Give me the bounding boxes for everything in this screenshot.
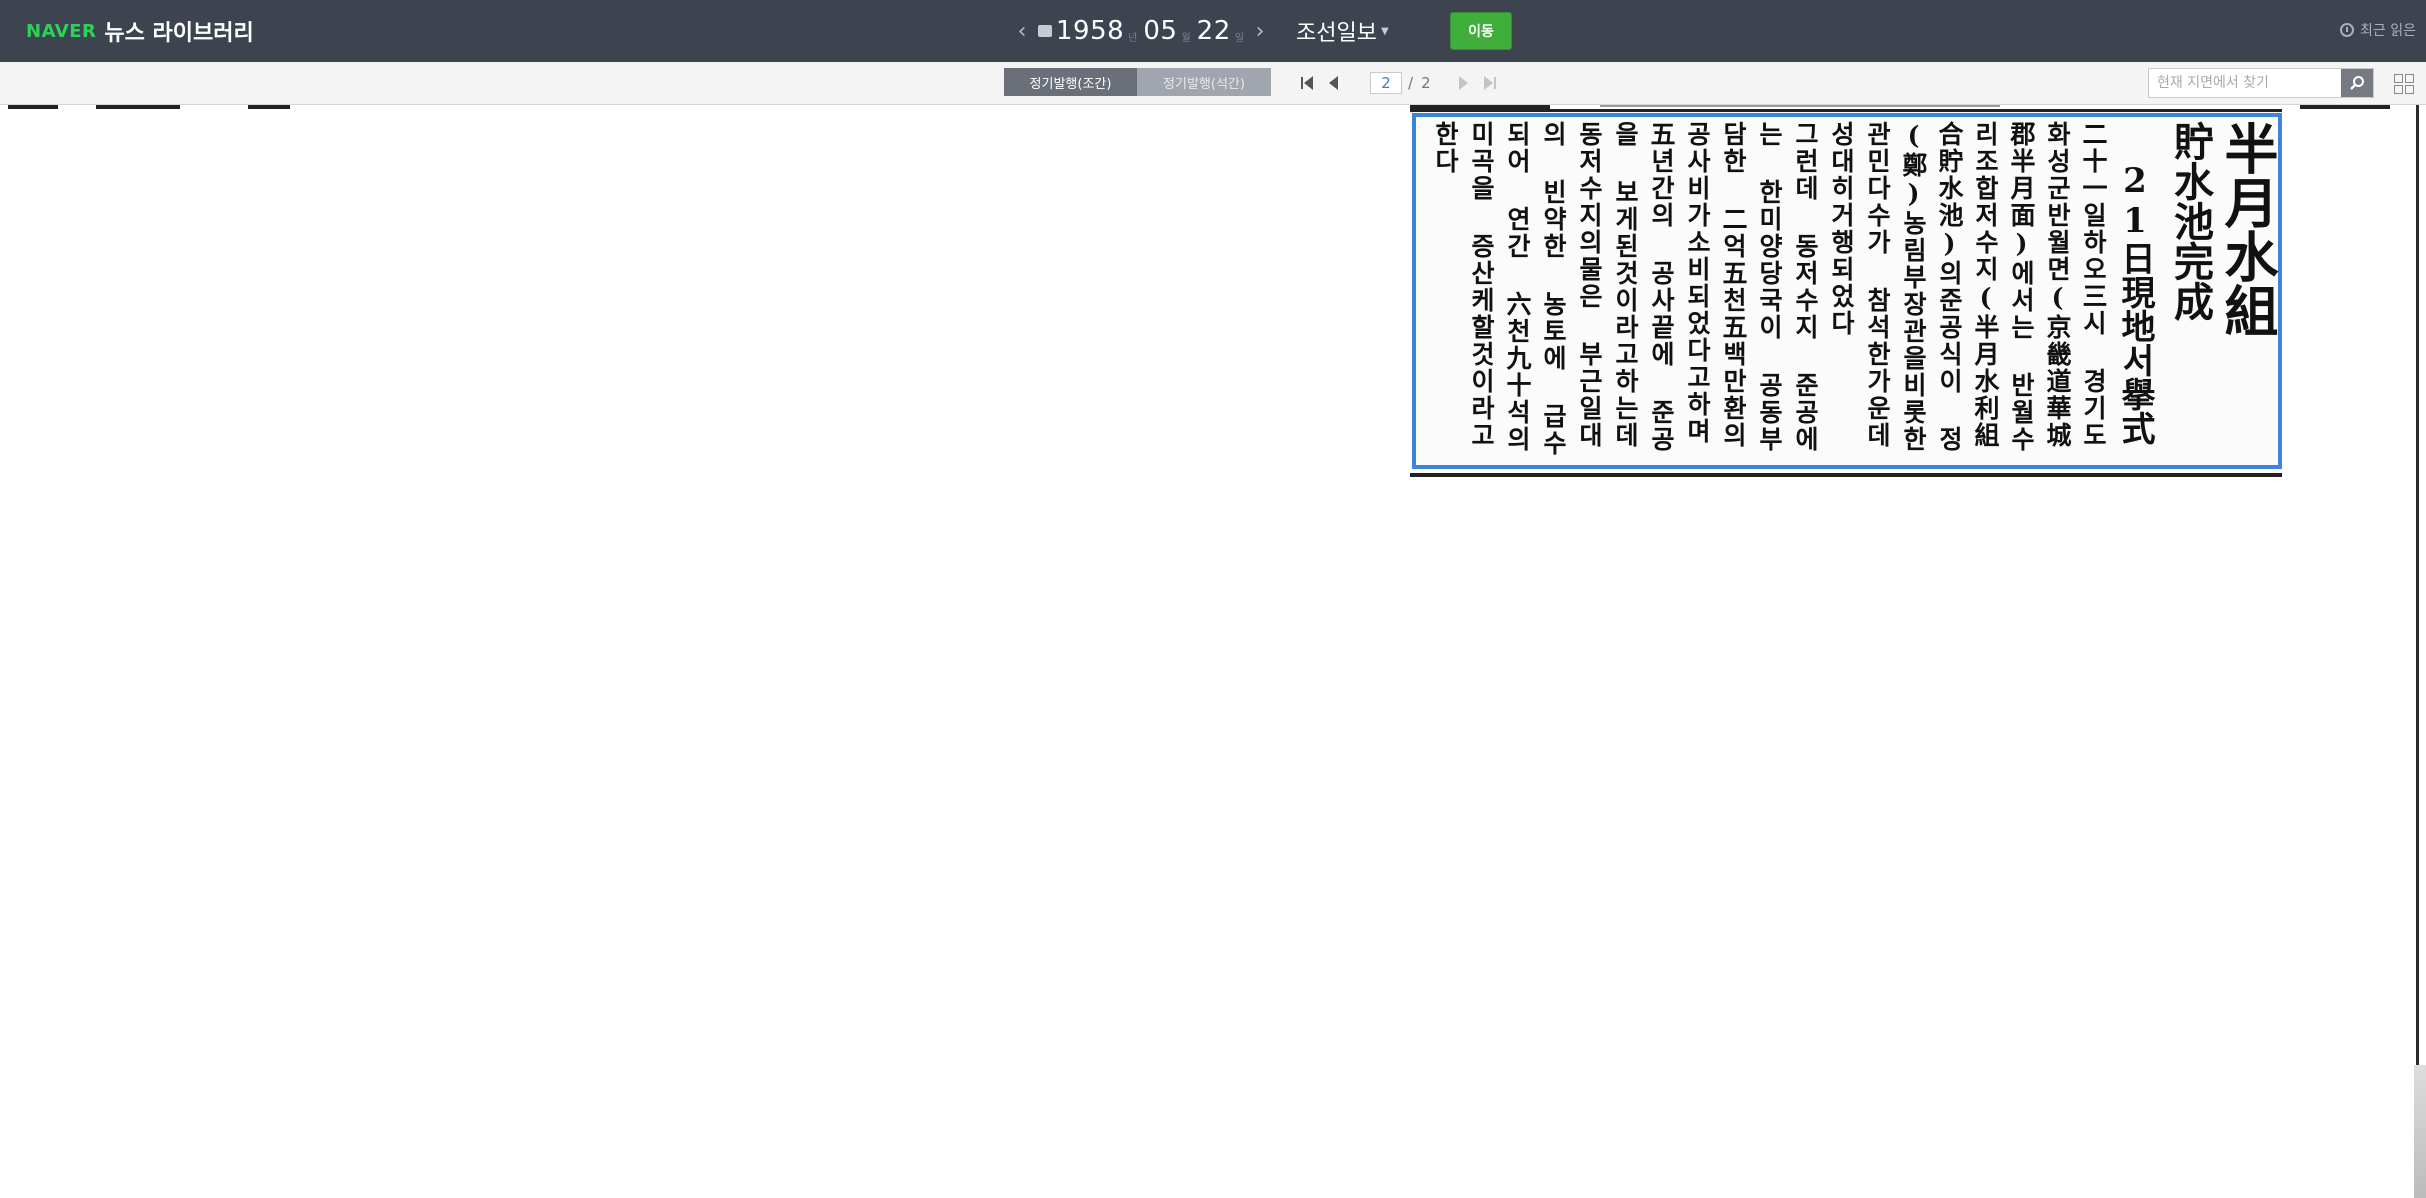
article-highlight[interactable]: 半月水組 貯水池完成 21日現地서擧式 二十一일하오三시 경기도 화성군반월면(… <box>1412 113 2282 469</box>
day-value[interactable]: 22 <box>1197 16 1231 46</box>
page-total: 2 <box>1421 74 1431 92</box>
body-column: 郡半月面)에서는 반월수 <box>2007 121 2036 453</box>
body-column: 合貯水池)의준공식이 정 <box>1935 121 1964 453</box>
page-separator: / <box>1408 74 1414 92</box>
chevron-right-icon[interactable]: › <box>1250 19 1270 44</box>
recent-read-button[interactable]: 최근 읽은 <box>2340 18 2426 42</box>
page-scan-right-edge <box>2416 105 2419 1198</box>
caret-down-icon: ▼ <box>1380 25 1389 37</box>
logo-brand: NAVER <box>26 20 97 42</box>
article-text: 半月水組 貯水池完成 21日現地서擧式 二十一일하오三시 경기도 화성군반월면(… <box>1422 121 2279 461</box>
body-column: 성대히거행되었다 <box>1827 121 1856 337</box>
top-bar: NAVER 뉴스 라이브러리 ‹ 1958 년 05 월 22 일 › 조선일보… <box>0 0 2426 62</box>
naver-logo[interactable]: NAVER 뉴스 라이브러리 <box>26 16 254 47</box>
body-column: 리조합저수지(半月水利組 <box>1971 121 2000 449</box>
month-unit: 월 <box>1181 32 1191 44</box>
page-number-input[interactable] <box>1370 72 1402 94</box>
body-column: 五년간의 공사끝에 준공 <box>1647 121 1676 453</box>
body-column: 동저수지의물은 부근일대 <box>1575 121 1604 449</box>
body-column: 되어 연간 六천九十석의 <box>1503 121 1532 453</box>
newspaper-name: 조선일보 <box>1295 21 1377 46</box>
first-page-icon[interactable] <box>1294 70 1320 96</box>
viewer-toolbar: 정기발행(조간) 정기발행(석간) / 2 <box>0 62 2426 105</box>
next-page-icon[interactable] <box>1451 70 1477 96</box>
article-subhead: 貯水池完成 <box>2167 121 2214 321</box>
body-column: 그런데 동저수지 준공에 <box>1791 121 1820 453</box>
page-scan-corner <box>2414 1065 2426 1198</box>
date-navigator: ‹ 1958 년 05 월 22 일 › 조선일보 ▼ <box>1012 10 1389 52</box>
search-icon[interactable] <box>2341 69 2373 97</box>
year-value[interactable]: 1958 <box>1056 16 1124 46</box>
body-column: 화성군반월면(京畿道華城 <box>2043 121 2072 449</box>
body-column: 한다 <box>1431 121 1460 175</box>
month-value[interactable]: 05 <box>1143 16 1177 46</box>
newspaper-viewer[interactable]: 半月水組 貯水池完成 21日現地서擧式 二十一일하오三시 경기도 화성군반월면(… <box>0 105 2426 1198</box>
article-headline: 半月水組 <box>2215 121 2279 337</box>
body-column: 미곡을 증산케할것이라고 <box>1467 121 1496 449</box>
article-dateline: 21日現地서擧式 <box>2115 161 2155 445</box>
tab-morning-edition[interactable]: 정기발행(조간) <box>1004 68 1137 96</box>
logo-service-name: 뉴스 라이브러리 <box>104 21 254 46</box>
layout-grid-icon[interactable] <box>2394 74 2414 94</box>
column-rule-top <box>1410 109 2282 112</box>
last-page-icon[interactable] <box>1477 70 1503 96</box>
page-pager: / 2 <box>1294 70 1503 96</box>
newspaper-select[interactable]: 조선일보 ▼ <box>1296 15 1389 47</box>
clock-icon <box>2340 23 2354 37</box>
body-column: 을 보게된것이라고하는데 <box>1611 121 1640 449</box>
go-button[interactable]: 이동 <box>1450 12 1512 50</box>
body-column: (鄭)농림부장관을비롯한 <box>1899 121 1928 453</box>
page-search <box>2148 68 2374 98</box>
body-column: 二十一일하오三시 경기도 <box>2079 121 2108 449</box>
column-rule-bottom <box>1410 473 2282 477</box>
tab-evening-edition[interactable]: 정기발행(석간) <box>1137 68 1271 96</box>
body-column: 공사비가소비되었다고하며 <box>1683 121 1712 445</box>
page-search-input[interactable] <box>2149 69 2341 97</box>
recent-label: 최근 읽은 <box>2360 23 2416 39</box>
body-column: 의 빈약한 농토에 급수 <box>1539 121 1568 457</box>
body-column: 는 한미양당국이 공동부 <box>1755 121 1784 453</box>
calendar-icon[interactable] <box>1038 25 1052 37</box>
year-unit: 년 <box>1128 32 1138 44</box>
chevron-left-icon[interactable]: ‹ <box>1012 19 1032 44</box>
prev-page-icon[interactable] <box>1320 70 1346 96</box>
body-column: 담한 二억五천五백만환의 <box>1719 121 1748 449</box>
day-unit: 일 <box>1234 32 1244 44</box>
body-column: 관민다수가 참석한가운데 <box>1863 121 1892 449</box>
